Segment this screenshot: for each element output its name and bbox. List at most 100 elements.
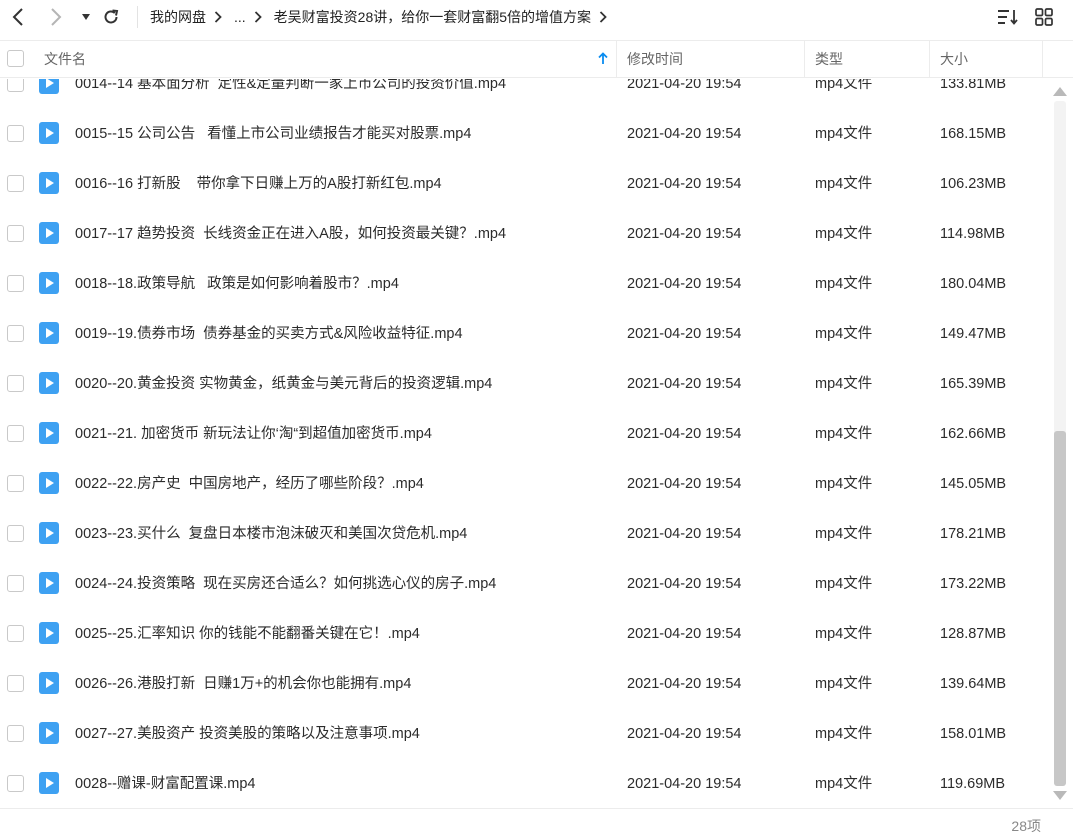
file-modified-time: 2021-04-20 19:54 bbox=[627, 726, 742, 742]
scroll-down-arrow-icon[interactable] bbox=[1053, 791, 1067, 800]
file-size: 106.23MB bbox=[940, 176, 1007, 192]
file-modified-time: 2021-04-20 19:54 bbox=[627, 326, 742, 342]
vertical-scrollbar[interactable] bbox=[1048, 79, 1070, 808]
row-checkbox[interactable] bbox=[7, 325, 24, 342]
file-type: mp4文件 bbox=[815, 726, 873, 742]
breadcrumb-separator-icon bbox=[254, 11, 262, 23]
file-size: 133.81MB bbox=[940, 79, 1007, 92]
back-button[interactable] bbox=[6, 4, 30, 30]
file-modified-time: 2021-04-20 19:54 bbox=[627, 126, 742, 142]
file-size: 162.66MB bbox=[940, 426, 1007, 442]
forward-button[interactable] bbox=[44, 4, 68, 30]
file-modified-time: 2021-04-20 19:54 bbox=[627, 526, 742, 542]
file-name[interactable]: 0026--26.港股打新 日赚1万+的机会你也能拥有.mp4 bbox=[75, 659, 411, 709]
file-row[interactable]: 0026--26.港股打新 日赚1万+的机会你也能拥有.mp4 2021-04-2… bbox=[0, 659, 1045, 709]
file-row[interactable]: 0027--27.美股资产 投资美股的策略以及注意事项.mp4 2021-04-2… bbox=[0, 709, 1045, 759]
file-name[interactable]: 0023--23.买什么 复盘日本楼市泡沫破灭和美国次贷危机.mp4 bbox=[75, 509, 467, 559]
column-divider[interactable] bbox=[616, 41, 617, 78]
file-name[interactable]: 0028--赠课-财富配置课.mp4 bbox=[75, 759, 255, 808]
column-header-modified[interactable]: 修改时间 bbox=[627, 41, 797, 77]
video-file-icon bbox=[39, 672, 59, 694]
file-name[interactable]: 0024--24.投资策略 现在买房还合适么？如何挑选心仪的房子.mp4 bbox=[75, 559, 496, 609]
file-row[interactable]: 0025--25.汇率知识 你的钱能不能翻番关键在它！.mp4 2021-04-2… bbox=[0, 609, 1045, 659]
column-header-size[interactable]: 大小 bbox=[940, 41, 1040, 77]
row-checkbox[interactable] bbox=[7, 79, 24, 92]
file-type: mp4文件 bbox=[815, 426, 873, 442]
row-checkbox[interactable] bbox=[7, 125, 24, 142]
column-divider[interactable] bbox=[929, 41, 930, 78]
column-header-size-label: 大小 bbox=[940, 51, 968, 67]
file-modified-time: 2021-04-20 19:54 bbox=[627, 626, 742, 642]
select-all-checkbox[interactable] bbox=[7, 50, 24, 67]
column-header-name[interactable]: 文件名 bbox=[44, 41, 614, 77]
row-checkbox[interactable] bbox=[7, 725, 24, 742]
file-name[interactable]: 0027--27.美股资产 投资美股的策略以及注意事项.mp4 bbox=[75, 709, 420, 759]
row-checkbox[interactable] bbox=[7, 775, 24, 792]
file-name[interactable]: 0020--20.黄金投资 实物黄金，纸黄金与美元背后的投资逻辑.mp4 bbox=[75, 359, 492, 409]
history-dropdown-button[interactable] bbox=[74, 4, 98, 30]
chevron-left-icon bbox=[12, 8, 23, 26]
file-name[interactable]: 0015--15 公司公告 看懂上市公司业绩报告才能买对股票.mp4 bbox=[75, 109, 471, 159]
file-row[interactable]: 0017--17 趋势投资 长线资金正在进入A股，如何投资最关键？.mp4 202… bbox=[0, 209, 1045, 259]
file-row[interactable]: 0020--20.黄金投资 实物黄金，纸黄金与美元背后的投资逻辑.mp4 2021… bbox=[0, 359, 1045, 409]
navigation-bar: 我的网盘 ... 老吴财富投资28讲，给你一套财富翻5倍的增值方案 bbox=[0, 0, 1073, 34]
file-row[interactable]: 0028--赠课-财富配置课.mp4 2021-04-20 19:54 mp4文件 1… bbox=[0, 759, 1045, 808]
file-name[interactable]: 0022--22.房产史 中国房地产，经历了哪些阶段？.mp4 bbox=[75, 459, 424, 509]
item-count: 28项 bbox=[1011, 818, 1041, 834]
column-header-type-label: 类型 bbox=[815, 51, 843, 67]
video-file-icon bbox=[39, 522, 59, 544]
file-modified-time: 2021-04-20 19:54 bbox=[627, 226, 742, 242]
file-row[interactable]: 0018--18.政策导航 政策是如何影响着股市？.mp4 2021-04-20 … bbox=[0, 259, 1045, 309]
file-row[interactable]: 0019--19.债券市场 债券基金的买卖方式&风险收益特征.mp4 2021-0… bbox=[0, 309, 1045, 359]
file-name[interactable]: 0014--14 基本面分析 定性&定量判断一家上市公司的投资价值.mp4 bbox=[75, 79, 506, 109]
file-size: 173.22MB bbox=[940, 576, 1007, 592]
file-type: mp4文件 bbox=[815, 326, 873, 342]
file-type: mp4文件 bbox=[815, 126, 873, 142]
file-size: 165.39MB bbox=[940, 376, 1007, 392]
scroll-thumb[interactable] bbox=[1054, 431, 1066, 786]
file-name[interactable]: 0018--18.政策导航 政策是如何影响着股市？.mp4 bbox=[75, 259, 399, 309]
file-row[interactable]: 0024--24.投资策略 现在买房还合适么？如何挑选心仪的房子.mp4 2021… bbox=[0, 559, 1045, 609]
file-row[interactable]: 0023--23.买什么 复盘日本楼市泡沫破灭和美国次贷危机.mp4 2021-0… bbox=[0, 509, 1045, 559]
row-checkbox[interactable] bbox=[7, 475, 24, 492]
file-modified-time: 2021-04-20 19:54 bbox=[627, 576, 742, 592]
file-row[interactable]: 0015--15 公司公告 看懂上市公司业绩报告才能买对股票.mp4 2021-0… bbox=[0, 109, 1045, 159]
row-checkbox[interactable] bbox=[7, 175, 24, 192]
file-row[interactable]: 0016--16 打新股 带你拿下日赚上万的A股打新红包.mp4 2021-04-… bbox=[0, 159, 1045, 209]
column-header-type[interactable]: 类型 bbox=[815, 41, 925, 77]
row-checkbox[interactable] bbox=[7, 675, 24, 692]
file-row[interactable]: 0014--14 基本面分析 定性&定量判断一家上市公司的投资价值.mp4 202… bbox=[0, 79, 1045, 109]
row-checkbox[interactable] bbox=[7, 225, 24, 242]
scroll-track[interactable] bbox=[1054, 101, 1066, 786]
file-type: mp4文件 bbox=[815, 376, 873, 392]
file-name[interactable]: 0016--16 打新股 带你拿下日赚上万的A股打新红包.mp4 bbox=[75, 159, 442, 209]
breadcrumb-ellipsis[interactable]: ... bbox=[234, 9, 246, 25]
row-checkbox[interactable] bbox=[7, 375, 24, 392]
file-row[interactable]: 0022--22.房产史 中国房地产，经历了哪些阶段？.mp4 2021-04-2… bbox=[0, 459, 1045, 509]
file-type: mp4文件 bbox=[815, 676, 873, 692]
status-bar: 28项 bbox=[0, 808, 1073, 836]
file-type: mp4文件 bbox=[815, 276, 873, 292]
row-checkbox[interactable] bbox=[7, 625, 24, 642]
column-divider[interactable] bbox=[804, 41, 805, 78]
video-file-icon bbox=[39, 722, 59, 744]
row-checkbox[interactable] bbox=[7, 575, 24, 592]
view-mode-button[interactable] bbox=[1032, 6, 1056, 28]
row-checkbox[interactable] bbox=[7, 275, 24, 292]
refresh-button[interactable] bbox=[99, 4, 123, 30]
file-name[interactable]: 0017--17 趋势投资 长线资金正在进入A股，如何投资最关键？.mp4 bbox=[75, 209, 506, 259]
file-row[interactable]: 0021--21. 加密货币 新玩法让你‘淘“到超值加密货币.mp4 2021-0… bbox=[0, 409, 1045, 459]
sort-menu-button[interactable] bbox=[996, 6, 1020, 28]
breadcrumb-dropdown-icon[interactable] bbox=[599, 11, 607, 23]
column-divider[interactable] bbox=[1042, 41, 1043, 78]
row-checkbox[interactable] bbox=[7, 425, 24, 442]
file-name[interactable]: 0021--21. 加密货币 新玩法让你‘淘“到超值加密货币.mp4 bbox=[75, 409, 432, 459]
file-modified-time: 2021-04-20 19:54 bbox=[627, 776, 742, 792]
file-name[interactable]: 0025--25.汇率知识 你的钱能不能翻番关键在它！.mp4 bbox=[75, 609, 420, 659]
breadcrumb-current[interactable]: 老吴财富投资28讲，给你一套财富翻5倍的增值方案 bbox=[274, 7, 591, 27]
breadcrumb-root[interactable]: 我的网盘 bbox=[150, 7, 206, 27]
file-modified-time: 2021-04-20 19:54 bbox=[627, 676, 742, 692]
file-name[interactable]: 0019--19.债券市场 债券基金的买卖方式&风险收益特征.mp4 bbox=[75, 309, 463, 359]
row-checkbox[interactable] bbox=[7, 525, 24, 542]
scroll-up-arrow-icon[interactable] bbox=[1053, 87, 1067, 96]
